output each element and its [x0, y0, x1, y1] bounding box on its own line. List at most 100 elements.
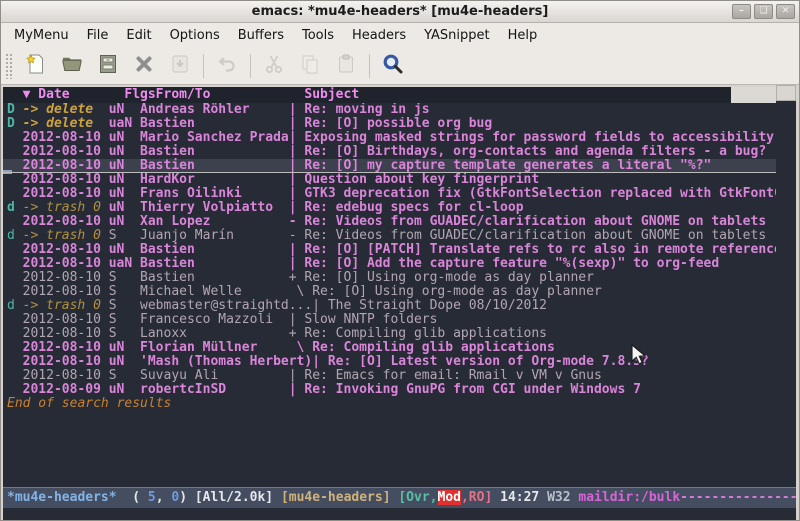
- menu-yasnippet[interactable]: YASnippet: [415, 25, 499, 46]
- message-from: Thierry Volpiatto: [140, 201, 289, 215]
- maximize-button[interactable]: ❑: [754, 4, 773, 19]
- paste-icon: [334, 52, 358, 80]
- message-flags: uN: [109, 145, 140, 159]
- message-row[interactable]: d-> trash 0SJuanjo Marín- Re: Videos fro…: [3, 229, 776, 243]
- close-button[interactable]: ✕: [776, 4, 795, 19]
- message-date: 2012-08-10: [23, 369, 109, 383]
- message-row[interactable]: 2012-08-10uNBastien| Re: [O] [PATCH] Tra…: [3, 243, 776, 257]
- toolbar-grip-handle[interactable]: [5, 53, 14, 79]
- message-subject: | Re: edebug specs for cl-loop: [289, 201, 776, 215]
- toolbar-button-close[interactable]: [126, 50, 162, 82]
- toolbar-button-cut: [256, 50, 292, 82]
- message-from: Mario Sanchez Prada: [140, 131, 289, 145]
- message-row[interactable]: 2012-08-10uNBastien| Re: [O] Birthdays, …: [3, 145, 776, 159]
- message-row[interactable]: 2012-08-10uNMario Sanchez Prada| Exposin…: [3, 131, 776, 145]
- window-buttons: –❑✕: [732, 4, 795, 19]
- message-subject: | Re: [O] Latest version of Org-mode 7.8…: [312, 355, 776, 369]
- titlebar[interactable]: emacs: *mu4e-headers* [mu4e-headers] –❑✕: [1, 1, 799, 23]
- modeline-segment-mod: Mod: [438, 490, 461, 505]
- message-date: -> trash 0: [23, 299, 109, 313]
- message-date: -> delete: [23, 103, 109, 117]
- message-subject: | Re: [O] my capture template generates …: [289, 159, 776, 173]
- modeline: *mu4e-headers* ( 5, 0) [All/2.0k] [mu4e-…: [3, 487, 796, 509]
- message-mark: [7, 355, 23, 369]
- message-row[interactable]: D-> deleteuaNBastien| Re: [O] possible o…: [3, 117, 776, 131]
- message-date: -> delete: [23, 117, 109, 131]
- message-row[interactable]: 2012-08-09uNrobertcInSD| Re: Invoking Gn…: [3, 383, 776, 397]
- message-row[interactable]: 2012-08-10SMichael Welle \ Re: [O] Using…: [3, 285, 776, 299]
- import-icon: [168, 52, 192, 80]
- message-row[interactable]: D-> deleteuNAndreas Röhler| Re: moving i…: [3, 103, 776, 117]
- message-date: 2012-08-10: [23, 145, 109, 159]
- subject-column-header[interactable]: Subject: [304, 87, 359, 103]
- modeline-segment-buffer: [mu4e-headers]: [281, 490, 391, 505]
- flags-column-header[interactable]: Flgs: [124, 87, 155, 103]
- message-from: Lanoxx: [140, 327, 289, 341]
- from-column-header[interactable]: From/To: [156, 87, 305, 103]
- message-row[interactable]: 2012-08-10uNFlorian Müllner \ Re: Compil…: [3, 341, 776, 355]
- message-row[interactable]: 2012-08-10SFrancesco Mazzoli| Slow NNTP …: [3, 313, 776, 327]
- message-flags: uN: [109, 215, 140, 229]
- toolbar-button-import: [162, 50, 198, 82]
- menu-options[interactable]: Options: [161, 25, 229, 46]
- modeline-segment-ro: ,RO]: [461, 490, 492, 505]
- message-row[interactable]: 2012-08-10uNFrans Oilinki| GTK3 deprecat…: [3, 187, 776, 201]
- modeline-segment-maildir: maildir:/bulk: [578, 490, 680, 505]
- menu-buffers[interactable]: Buffers: [229, 25, 293, 46]
- toolbar-button-undo: [209, 50, 245, 82]
- message-mark: [7, 341, 23, 355]
- modeline-segment-plain: [All/2.0k]: [195, 490, 281, 505]
- toolbar-button-save[interactable]: [90, 50, 126, 82]
- message-date: 2012-08-10: [23, 257, 109, 271]
- message-from: Andreas Röhler: [140, 103, 289, 117]
- message-row[interactable]: 2012-08-10SBastien+ Re: [O] Using org-mo…: [3, 271, 776, 285]
- message-subject: | Re: [O] possible org bug: [289, 117, 776, 131]
- menu-headers[interactable]: Headers: [343, 25, 415, 46]
- mu4e-headers-buffer: ▼ DateFlgsFrom/ToSubject D-> deleteuNAnd…: [3, 85, 796, 487]
- message-row[interactable]: 2012-08-10uNHardKor| Question about key …: [3, 173, 776, 187]
- message-row[interactable]: 2012-08-10uNBastien| Re: [O] my capture …: [3, 159, 776, 173]
- column-headers: ▼ DateFlgsFrom/ToSubject: [3, 87, 731, 103]
- message-row[interactable]: 2012-08-10uNXan Lopez- Re: Videos from G…: [3, 215, 776, 229]
- modeline-segment-plain: 14:27: [492, 490, 547, 505]
- message-subject: - Re: Videos from GUADEC/clarification a…: [289, 229, 776, 243]
- date-column-header[interactable]: ▼ Date: [23, 87, 125, 103]
- message-mark: [7, 215, 23, 229]
- message-flags: uN: [109, 201, 140, 215]
- toolbar-button-open-folder[interactable]: [54, 50, 90, 82]
- toolbar: [1, 47, 799, 85]
- toolbar-button-new-file[interactable]: [18, 50, 54, 82]
- message-row[interactable]: 2012-08-10uaNBastien| Re: [O] Add the ca…: [3, 257, 776, 271]
- message-flags: uN: [109, 243, 140, 257]
- menu-file[interactable]: File: [78, 25, 118, 46]
- toolbar-button-search[interactable]: [375, 50, 411, 82]
- message-list: D-> deleteuNAndreas Röhler| Re: moving i…: [3, 103, 776, 397]
- message-row[interactable]: d-> trash 0uNThierry Volpiatto| Re: edeb…: [3, 201, 776, 215]
- menu-tools[interactable]: Tools: [293, 25, 343, 46]
- scrollbar[interactable]: [776, 85, 796, 487]
- message-row[interactable]: 2012-08-10uN'Mash (Thomas Herbert)| Re: …: [3, 355, 776, 369]
- message-date: -> trash 0: [23, 201, 109, 215]
- message-flags: S: [109, 229, 140, 243]
- message-row[interactable]: 2012-08-10SLanoxx+ Re: Compiling glib ap…: [3, 327, 776, 341]
- message-from: Florian Müllner: [140, 341, 289, 355]
- message-flags: uN: [109, 383, 140, 397]
- minimize-button[interactable]: –: [732, 4, 751, 19]
- message-row[interactable]: d-> trash 0Swebmaster@straightd...| The …: [3, 299, 776, 313]
- message-date: 2012-08-10: [23, 131, 109, 145]
- menu-edit[interactable]: Edit: [117, 25, 160, 46]
- header-line: ▼ DateFlgsFrom/ToSubject: [3, 85, 776, 103]
- message-flags: uN: [109, 187, 140, 201]
- menu-help[interactable]: Help: [499, 25, 547, 46]
- message-mark: [7, 285, 23, 299]
- scrollbar-thumb[interactable]: [776, 85, 796, 101]
- message-row[interactable]: 2012-08-10SSuvayu Ali| Re: Emacs for ema…: [3, 369, 776, 383]
- modeline-segment-plain: (: [117, 490, 148, 505]
- header-line-tail: [731, 87, 776, 103]
- buffer-content: ▼ DateFlgsFrom/ToSubject D-> deleteuNAnd…: [3, 85, 776, 487]
- message-date: 2012-08-10: [23, 187, 109, 201]
- menu-mymenu[interactable]: MyMenu: [5, 25, 78, 46]
- message-from: Bastien: [140, 243, 289, 257]
- message-flags: uaN: [109, 257, 140, 271]
- message-flags: uN: [109, 159, 140, 173]
